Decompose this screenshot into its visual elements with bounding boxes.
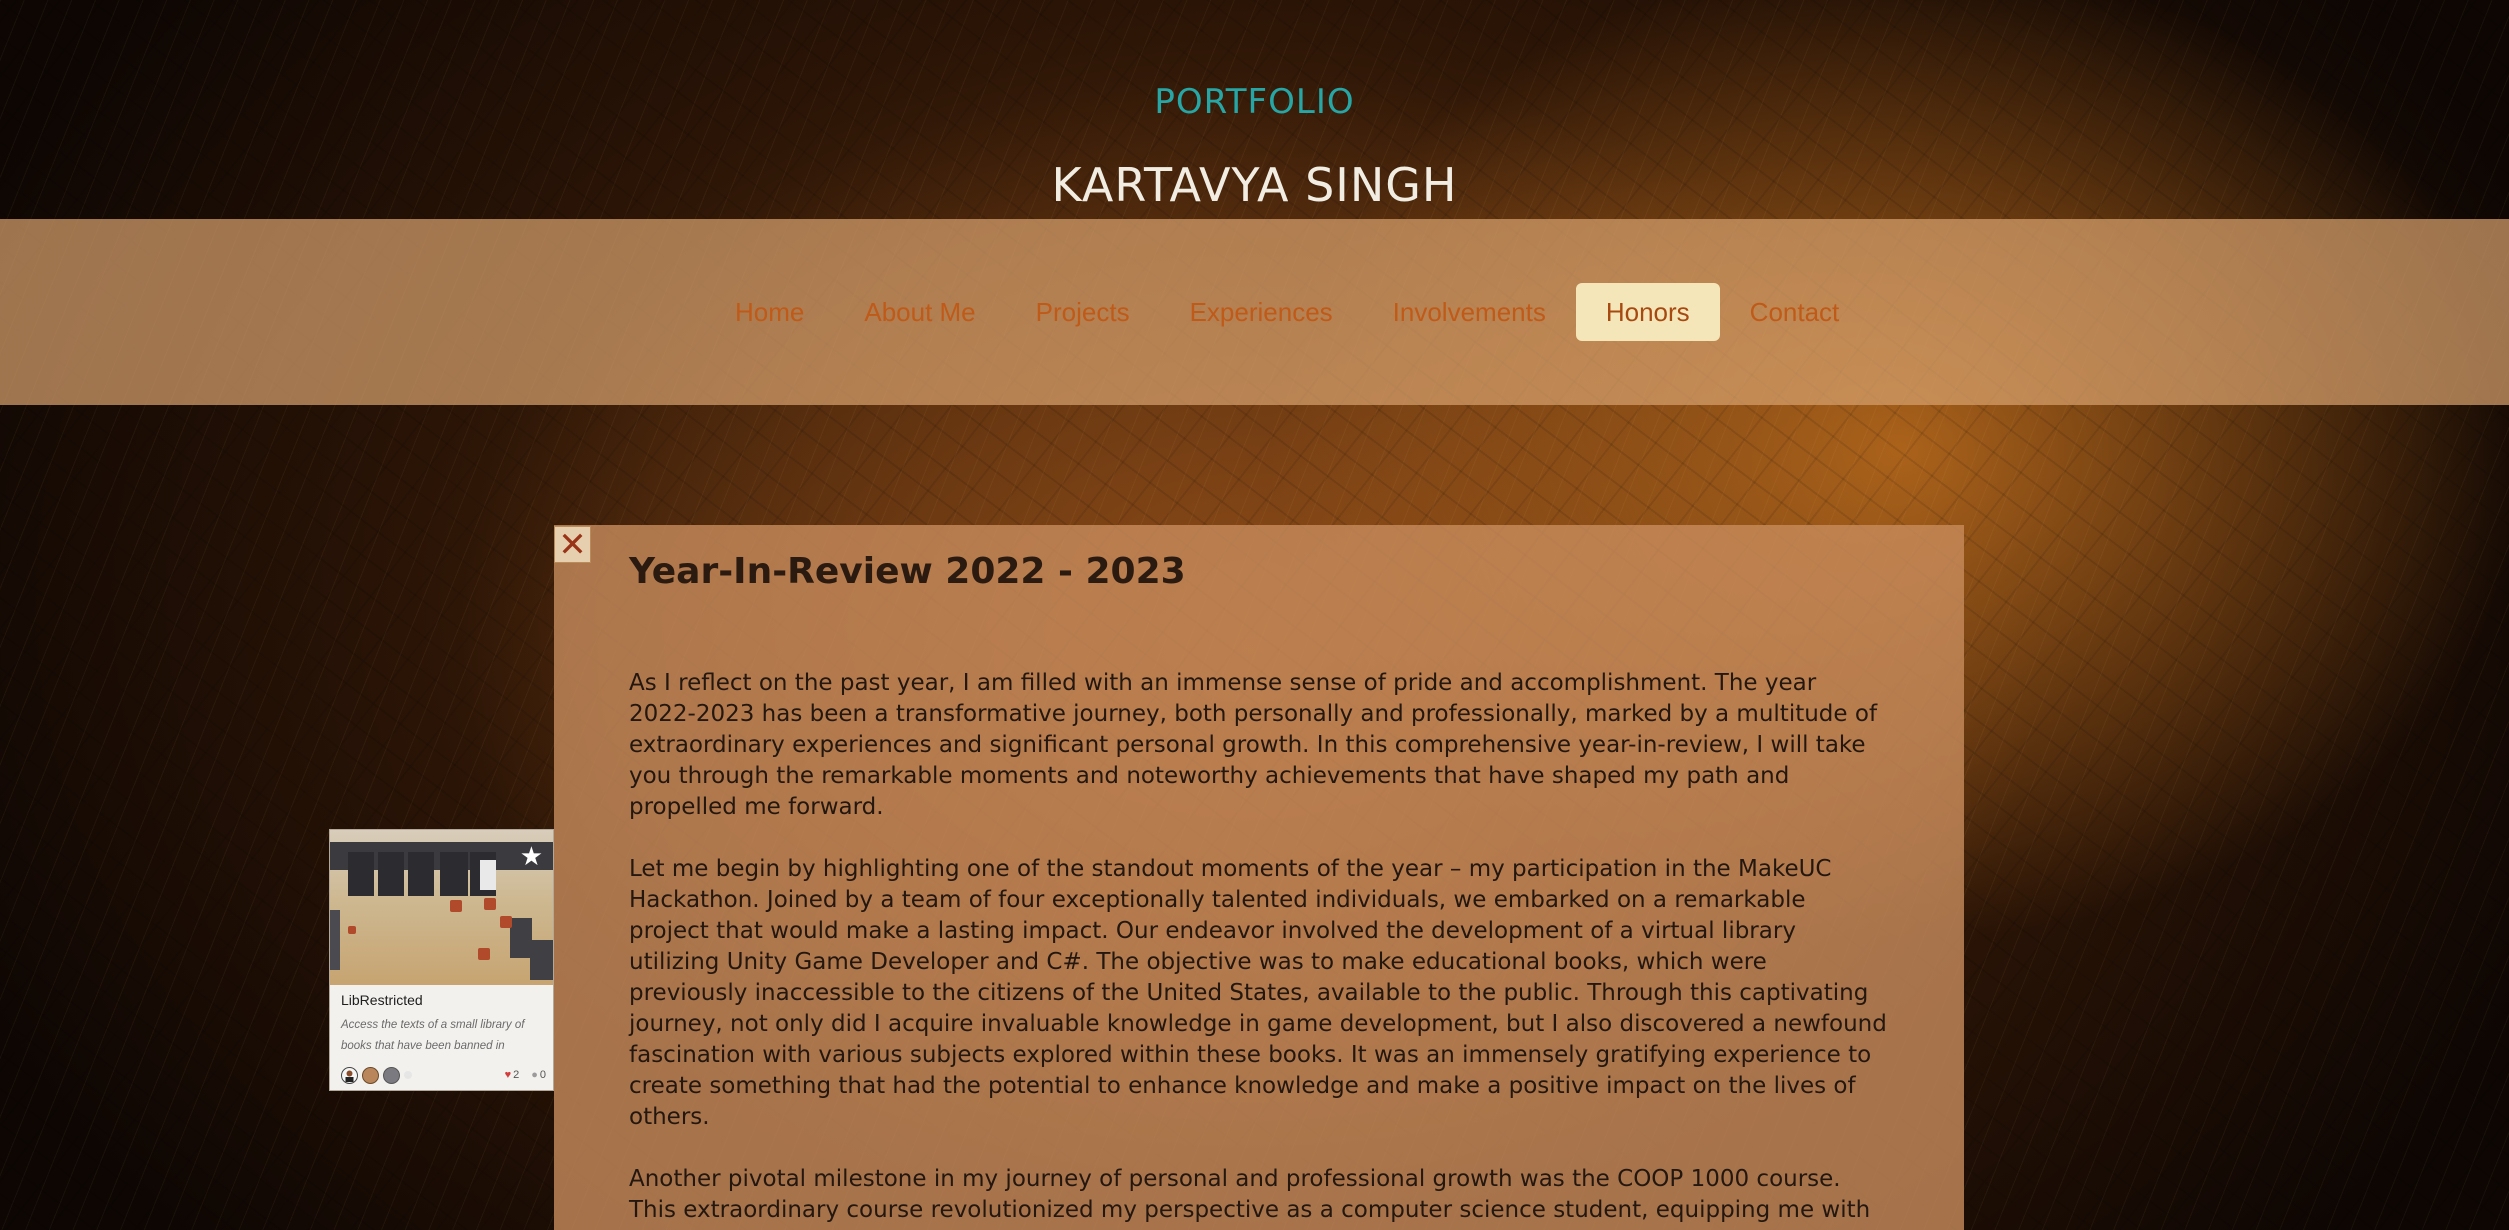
star-icon[interactable]: ★ xyxy=(520,844,543,870)
nav-item-experiences[interactable]: Experiences xyxy=(1160,283,1363,341)
close-button[interactable]: ✕ xyxy=(554,526,591,563)
modal-paragraph: Another pivotal milestone in my journey … xyxy=(629,1166,1871,1223)
project-card-title: LibRestricted xyxy=(341,992,423,1008)
comment-icon[interactable]: ● xyxy=(531,1069,538,1081)
avatar xyxy=(383,1066,400,1084)
portfolio-label: PORTFOLIO xyxy=(1154,82,1355,122)
nav-item-contact[interactable]: Contact xyxy=(1720,283,1870,341)
close-icon: ✕ xyxy=(558,524,587,565)
nav-list: Home About Me Projects Experiences Invol… xyxy=(705,283,1869,341)
nav-item-projects[interactable]: Projects xyxy=(1006,283,1160,341)
main-navbar: Home About Me Projects Experiences Invol… xyxy=(0,219,2509,405)
avatar xyxy=(341,1066,358,1084)
nav-item-involvements[interactable]: Involvements xyxy=(1363,283,1576,341)
modal-paragraph: As I reflect on the past year, I am fill… xyxy=(629,670,1878,820)
site-owner-name: KARTAVYA SINGH xyxy=(1051,158,1458,212)
nav-item-honors[interactable]: Honors xyxy=(1575,283,1720,341)
nav-item-about-me[interactable]: About Me xyxy=(834,283,1005,341)
honors-modal: Year-In-Review 2022 - 2023 As I reflect … xyxy=(554,525,1964,1230)
project-card-stats: ♥ 2 ● 0 xyxy=(505,1069,546,1081)
modal-paragraph: Let me begin by highlighting one of the … xyxy=(629,856,1887,1130)
heart-icon[interactable]: ♥ xyxy=(505,1069,512,1081)
modal-title: Year-In-Review 2022 - 2023 xyxy=(629,551,1186,592)
nav-item-home[interactable]: Home xyxy=(705,283,834,341)
comment-count: 0 xyxy=(539,1069,546,1081)
avatar xyxy=(404,1071,412,1079)
project-card-footer: ♥ 2 ● 0 xyxy=(341,1066,546,1084)
project-card[interactable]: ★ LibRestricted Access the texts of a sm… xyxy=(329,829,554,1091)
avatar xyxy=(362,1066,379,1084)
like-count: 2 xyxy=(513,1069,520,1081)
modal-body: As I reflect on the past year, I am fill… xyxy=(629,668,1889,1230)
project-thumbnail: ★ xyxy=(330,830,553,985)
project-card-description: Access the texts of a small library of b… xyxy=(341,1019,525,1052)
site-header: PORTFOLIO KARTAVYA SINGH xyxy=(0,0,2509,219)
